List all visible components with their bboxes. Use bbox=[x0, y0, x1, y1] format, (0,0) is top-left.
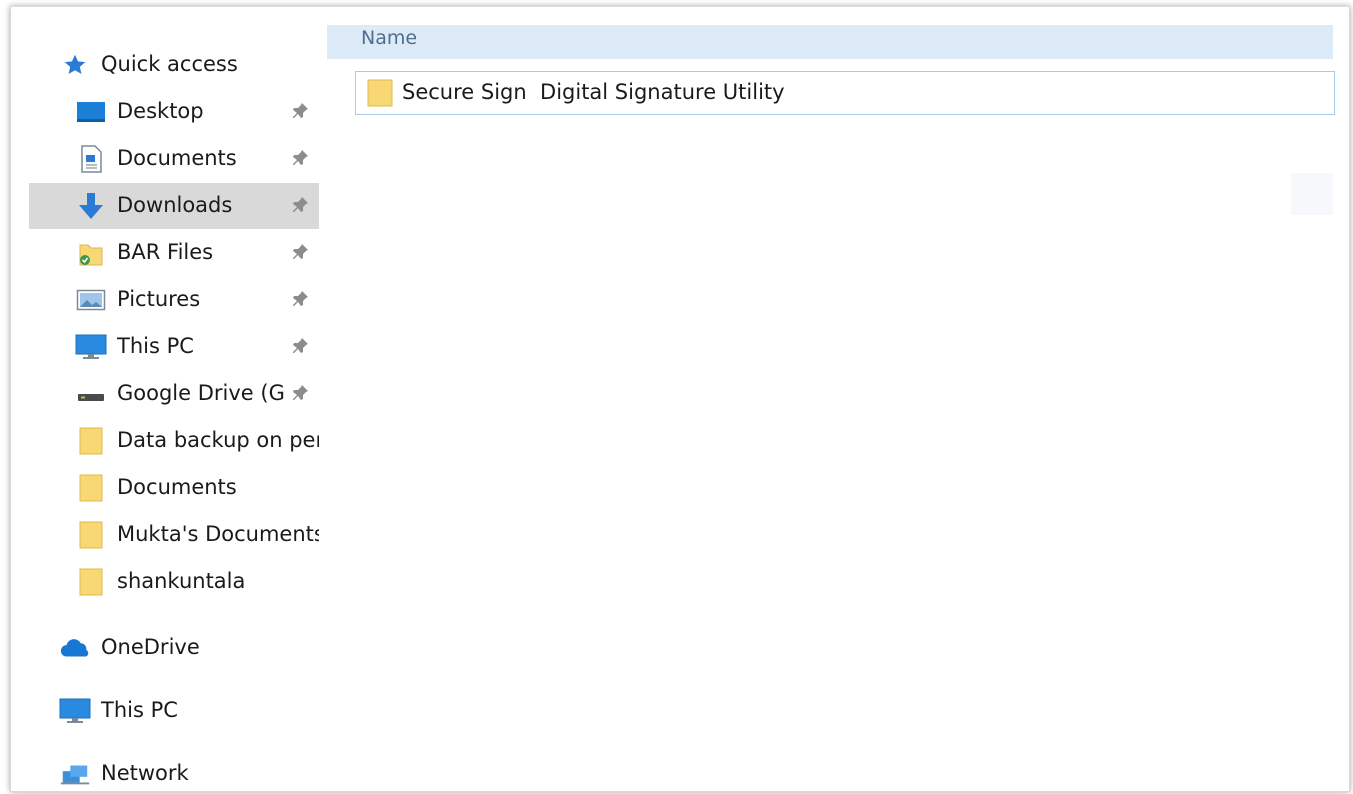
nav-item-muktas-documents[interactable]: Mukta's Documents bbox=[29, 512, 319, 558]
nav-item-documents[interactable]: Documents bbox=[29, 136, 319, 182]
file-name: Secure Sign Digital Signature Utility bbox=[402, 80, 785, 104]
nav-item-label: Documents bbox=[117, 475, 237, 499]
nav-root-label: Network bbox=[101, 761, 189, 785]
network-icon bbox=[59, 760, 91, 788]
nav-this-pc[interactable]: This PC bbox=[11, 688, 327, 734]
file-row[interactable]: Secure Sign Digital Signature Utility bbox=[355, 71, 1335, 115]
column-header-name[interactable]: Name bbox=[327, 25, 1333, 59]
nav-quick-access[interactable]: Quick access bbox=[11, 42, 327, 88]
file-explorer-window: Quick access Desktop Documents Downloads… bbox=[10, 6, 1350, 792]
star-icon bbox=[59, 51, 91, 79]
pin-icon[interactable] bbox=[289, 147, 311, 169]
nav-root-label: OneDrive bbox=[101, 635, 200, 659]
download-arrow-icon bbox=[75, 192, 107, 220]
folder-icon bbox=[366, 79, 394, 107]
pin-icon[interactable] bbox=[289, 382, 311, 404]
pictures-icon bbox=[75, 286, 107, 314]
nav-item-shankuntala[interactable]: shankuntala bbox=[29, 559, 319, 605]
nav-item-downloads[interactable]: Downloads bbox=[29, 183, 319, 229]
monitor-icon bbox=[59, 697, 91, 725]
content-pane: Name Secure Sign Digital Signature Utili… bbox=[327, 7, 1349, 791]
nav-item-documents-folder[interactable]: Documents bbox=[29, 465, 319, 511]
nav-item-data-backup[interactable]: Data backup on per bbox=[29, 418, 319, 464]
folder-icon bbox=[75, 521, 107, 549]
nav-onedrive[interactable]: OneDrive bbox=[11, 625, 327, 671]
desktop-folder-icon bbox=[75, 98, 107, 126]
pin-icon[interactable] bbox=[289, 241, 311, 263]
nav-item-pictures[interactable]: Pictures bbox=[29, 277, 319, 323]
nav-item-desktop[interactable]: Desktop bbox=[29, 89, 319, 135]
pin-icon[interactable] bbox=[289, 335, 311, 357]
documents-icon bbox=[75, 145, 107, 173]
nav-quick-access-label: Quick access bbox=[101, 52, 238, 76]
navigation-pane: Quick access Desktop Documents Downloads… bbox=[11, 7, 327, 791]
cloud-icon bbox=[59, 634, 91, 662]
folder-icon bbox=[75, 474, 107, 502]
shared-folder-icon bbox=[75, 239, 107, 267]
scroll-button[interactable] bbox=[1291, 173, 1333, 215]
folder-icon bbox=[75, 568, 107, 596]
nav-item-bar-files[interactable]: BAR Files bbox=[29, 230, 319, 276]
pin-icon[interactable] bbox=[289, 100, 311, 122]
drive-icon bbox=[75, 380, 107, 408]
nav-root-label: This PC bbox=[101, 698, 178, 722]
column-header-label: Name bbox=[361, 27, 418, 49]
nav-item-label: Mukta's Documents bbox=[117, 522, 319, 546]
pin-icon[interactable] bbox=[289, 194, 311, 216]
nav-item-this-pc-pinned[interactable]: This PC bbox=[29, 324, 319, 370]
nav-item-google-drive[interactable]: Google Drive (G: bbox=[29, 371, 319, 417]
nav-item-label: shankuntala bbox=[117, 569, 246, 593]
pin-icon[interactable] bbox=[289, 288, 311, 310]
monitor-icon bbox=[75, 333, 107, 361]
nav-network[interactable]: Network bbox=[11, 751, 327, 791]
folder-icon bbox=[75, 427, 107, 455]
nav-item-label: Google Drive (G: bbox=[117, 381, 285, 405]
nav-item-label: Data backup on per bbox=[117, 428, 319, 452]
